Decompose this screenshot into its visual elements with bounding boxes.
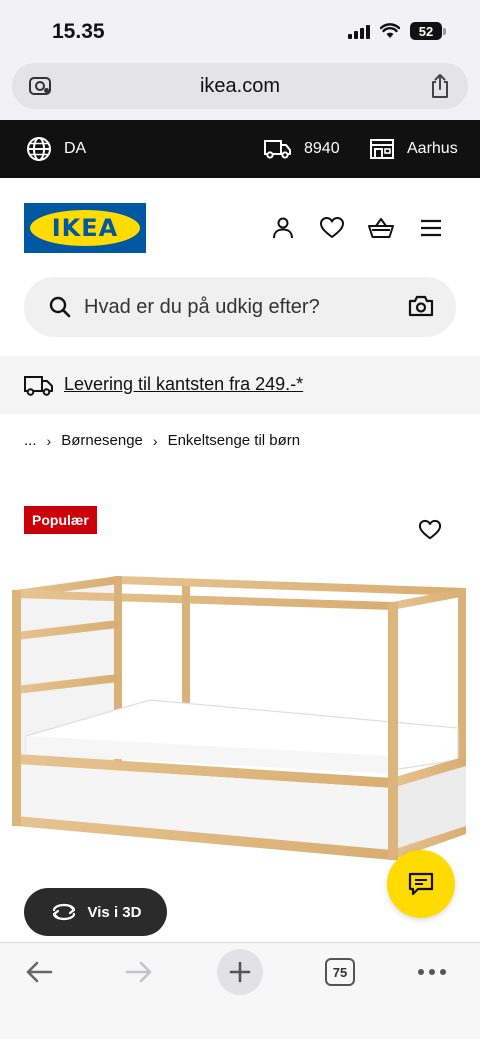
basket-button[interactable] <box>367 214 395 242</box>
tab-count: 75 <box>325 958 355 986</box>
browser-address-area: ikea.com <box>0 60 480 120</box>
logo-oval: IKEA <box>30 210 140 246</box>
wishlist-button[interactable] <box>318 214 346 242</box>
more-icon <box>418 969 446 975</box>
menu-button[interactable] <box>417 214 445 242</box>
chat-button[interactable] <box>387 850 455 918</box>
account-button[interactable] <box>269 214 297 242</box>
search-icon <box>49 296 71 318</box>
view-3d-label: Vis i 3D <box>87 903 142 921</box>
more-button[interactable] <box>416 949 448 995</box>
locale-bar: DA 8940 Aarhus <box>0 120 480 178</box>
delivery-banner[interactable]: Levering til kantsten fra 249.-* <box>0 356 480 414</box>
status-time: 15.35 <box>52 20 105 43</box>
popular-badge: Populær <box>24 506 97 534</box>
plus-icon <box>229 961 251 983</box>
language-label: DA <box>64 140 87 157</box>
search-bar[interactable]: Hvad er du på udkig efter? <box>24 277 456 337</box>
person-icon <box>273 217 293 239</box>
store-selector[interactable]: Aarhus <box>369 120 458 178</box>
battery-icon: 52 <box>410 22 446 40</box>
signal-icon <box>348 23 370 39</box>
chevron-right-icon: › <box>152 432 158 449</box>
basket-icon <box>368 218 394 238</box>
camera-icon[interactable] <box>408 294 434 318</box>
forward-button[interactable] <box>122 949 156 995</box>
breadcrumb-item-single-beds[interactable]: Enkeltsenge til børn <box>168 432 301 449</box>
ikea-logo[interactable]: IKEA <box>24 203 146 253</box>
new-tab-button[interactable] <box>217 949 263 995</box>
store-label: Aarhus <box>407 140 458 157</box>
share-icon[interactable] <box>428 73 452 99</box>
logo-text: IKEA <box>51 214 119 242</box>
plus-circle <box>217 949 263 995</box>
browser-toolbar: 75 <box>0 942 480 1039</box>
status-bar: 15.35 52 <box>0 0 480 60</box>
breadcrumb-item-childrens-beds[interactable]: Børnesenge <box>61 432 143 449</box>
postal-code-selector[interactable]: 8940 <box>264 120 340 178</box>
postal-code-label: 8940 <box>304 140 340 157</box>
menu-icon <box>421 219 441 237</box>
globe-icon <box>27 137 51 161</box>
delivery-link[interactable]: Levering til kantsten fra 249.-* <box>64 374 303 395</box>
search-input[interactable]: Hvad er du på udkig efter? <box>84 296 320 319</box>
chevron-right-icon: › <box>46 432 52 449</box>
address-bar[interactable]: ikea.com <box>12 63 468 109</box>
language-selector[interactable]: DA <box>26 120 86 178</box>
back-arrow-icon <box>26 961 53 983</box>
view-3d-button[interactable]: Vis i 3D <box>24 888 167 936</box>
truck-icon <box>24 376 53 396</box>
tabs-button[interactable]: 75 <box>325 949 355 995</box>
rotate-3d-icon <box>52 903 75 921</box>
chat-icon <box>408 872 434 896</box>
battery-level: 52 <box>410 22 442 40</box>
product-image[interactable] <box>0 560 480 880</box>
url-text[interactable]: ikea.com <box>12 75 468 98</box>
forward-arrow-icon <box>125 961 152 983</box>
heart-icon[interactable] <box>418 519 442 541</box>
store-icon <box>370 139 394 159</box>
status-icons: 52 <box>348 22 446 40</box>
truck-icon <box>264 140 291 159</box>
breadcrumb: ... › Børnesenge › Enkeltsenge til børn <box>24 432 300 449</box>
back-button[interactable] <box>22 949 56 995</box>
heart-icon <box>320 217 344 238</box>
wifi-icon <box>380 23 400 38</box>
breadcrumb-ellipsis[interactable]: ... <box>24 432 37 449</box>
